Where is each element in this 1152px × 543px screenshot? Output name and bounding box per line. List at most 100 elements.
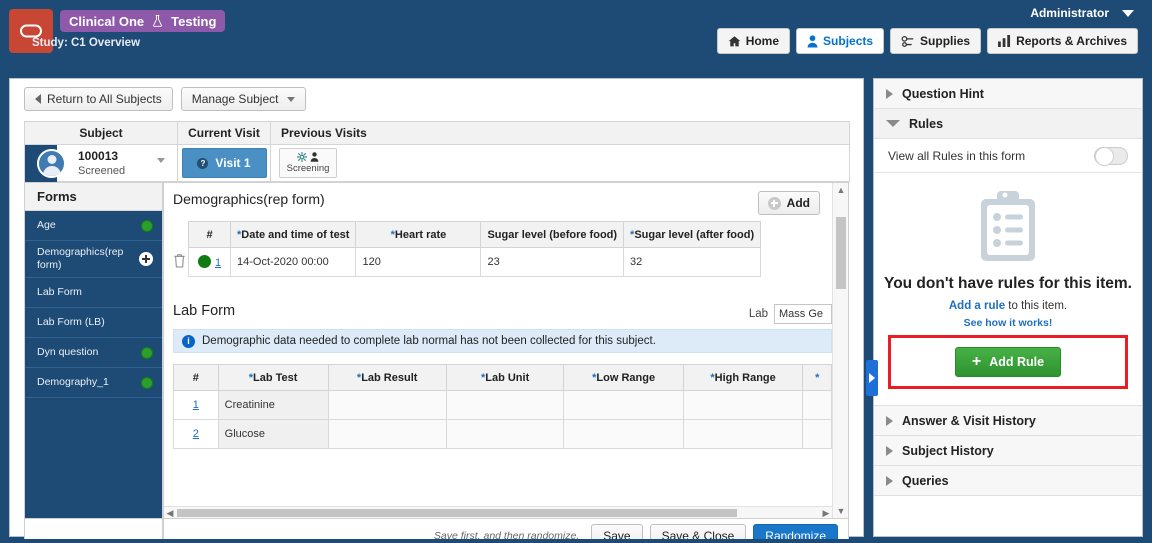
section-title: Subject History: [902, 443, 994, 458]
panel-collapse-toggle[interactable]: [866, 360, 878, 396]
cell-truncated[interactable]: [802, 390, 832, 420]
section-question-hint[interactable]: Question Hint: [874, 79, 1142, 109]
cell-lab-test: Creatinine: [217, 390, 329, 420]
col-number: #: [173, 364, 219, 391]
section-answer-visit-history[interactable]: Answer & Visit History: [874, 406, 1142, 436]
view-all-rules-row: View all Rules in this form: [874, 139, 1142, 173]
form-item-label: Demography_1: [37, 376, 109, 389]
sidebar-item-lab-form-lb[interactable]: Lab Form (LB): [25, 308, 162, 339]
see-how-it-works-link[interactable]: See how it works!: [874, 317, 1142, 329]
user-name[interactable]: Administrator: [1030, 6, 1109, 20]
nav-home-button[interactable]: Home: [716, 28, 791, 54]
lab-form-section-title: Lab Form: [173, 303, 236, 319]
lab-select-input[interactable]: Mass Ge: [774, 304, 832, 324]
caret-down-icon[interactable]: [157, 158, 165, 163]
sidebar-item-demography-1[interactable]: Demography_1: [25, 368, 162, 399]
nav-supplies-button[interactable]: Supplies: [890, 28, 982, 54]
scroll-right-icon[interactable]: ▶: [820, 507, 832, 518]
add-button-label: Add: [786, 196, 810, 210]
sidebar-item-demographics-rep-form[interactable]: Demographics(rep form): [25, 241, 162, 279]
chevron-down-icon[interactable]: [1122, 10, 1134, 17]
global-header: Clinical One Testing Study: C1 Overview …: [0, 0, 1152, 68]
nav-reports-button[interactable]: Reports & Archives: [987, 28, 1138, 54]
col-sugar-before: Sugar level (before food): [480, 221, 625, 248]
table-row[interactable]: 1 14-Oct-2020 00:00 120 23 32: [188, 247, 762, 277]
row-number-cell: 2: [173, 419, 219, 449]
lab-form-table: # *Lab Test *Lab Result *Lab Unit *Low R…: [173, 364, 832, 449]
subject-toolbar: Return to All Subjects Manage Subject: [10, 79, 863, 119]
section-title: Queries: [902, 473, 949, 488]
sidebar-item-lab-form[interactable]: Lab Form: [25, 278, 162, 309]
horizontal-scrollbar[interactable]: ◀ ▶: [164, 506, 832, 518]
cell-truncated[interactable]: [802, 419, 832, 449]
cell-high-range[interactable]: [682, 419, 804, 449]
vertical-scrollbar[interactable]: ▲ ▼: [832, 183, 848, 518]
table-row[interactable]: 2 Glucose: [173, 419, 832, 449]
add-repeating-form-icon[interactable]: [139, 252, 153, 267]
view-all-rules-toggle[interactable]: [1094, 146, 1128, 166]
scroll-up-icon[interactable]: ▲: [833, 183, 848, 197]
chevron-right-icon: [886, 88, 893, 99]
product-name: Clinical One: [69, 13, 145, 29]
cell-date-time[interactable]: 14-Oct-2020 00:00: [229, 247, 357, 277]
person-icon: [310, 152, 319, 162]
form-item-label: Age: [37, 218, 56, 231]
subject-summary-row: 100013 Screened ? Visit 1 Screening: [24, 145, 850, 182]
table-row[interactable]: 1 Creatinine: [173, 390, 832, 420]
product-badge: Clinical One Testing: [60, 10, 226, 32]
cell-low-range[interactable]: [563, 419, 684, 449]
add-repeat-row-button[interactable]: Add: [757, 191, 820, 215]
row-link[interactable]: 2: [193, 428, 199, 440]
form-item-label: Demographics(rep form): [37, 246, 124, 272]
cell-lab-result[interactable]: [327, 390, 447, 420]
col-number: #: [188, 221, 231, 248]
gear-icon: [297, 152, 307, 162]
clipboard-icon: [981, 191, 1035, 261]
cell-sugar-before[interactable]: 23: [480, 247, 625, 277]
subject-status: Screened: [78, 165, 126, 177]
demographics-table: # *Date and time of test *Heart rate Sug…: [188, 221, 762, 277]
section-subject-history[interactable]: Subject History: [874, 436, 1142, 466]
nav-home-label: Home: [745, 34, 780, 48]
vertical-scroll-thumb[interactable]: [836, 217, 846, 289]
horizontal-scroll-thumb[interactable]: [177, 509, 737, 517]
previous-visit-screening[interactable]: Screening: [279, 148, 337, 178]
row-number-cell: 1: [173, 390, 219, 420]
row-link[interactable]: 1: [193, 399, 199, 411]
subject-summary-header: Subject Current Visit Previous Visits: [24, 121, 850, 145]
cell-sugar-after[interactable]: 32: [623, 247, 762, 277]
scroll-left-icon[interactable]: ◀: [164, 507, 176, 518]
scroll-down-icon[interactable]: ▼: [833, 504, 848, 518]
cell-heart-rate[interactable]: 120: [355, 247, 482, 277]
row-link[interactable]: 1: [215, 257, 221, 269]
trash-icon[interactable]: [173, 253, 186, 268]
section-rules[interactable]: Rules: [874, 109, 1142, 139]
col-heart-rate: *Heart rate: [355, 221, 482, 248]
current-visit-button[interactable]: ? Visit 1: [181, 148, 267, 178]
cell-lab-test: Glucose: [217, 419, 329, 449]
cell-lab-result[interactable]: [327, 419, 447, 449]
form-item-label: Dyn question: [37, 346, 99, 359]
table-header-row: # *Lab Test *Lab Result *Lab Unit *Low R…: [173, 364, 832, 391]
chevron-down-icon: [886, 120, 900, 127]
form-content-area: Demographics(rep form) Add # *Date and t…: [163, 182, 849, 519]
section-queries[interactable]: Queries: [874, 466, 1142, 496]
return-to-all-subjects-button[interactable]: Return to All Subjects: [24, 87, 173, 111]
add-a-rule-link[interactable]: Add a rule: [949, 300, 1005, 312]
section-title: Answer & Visit History: [902, 413, 1036, 428]
add-rule-button[interactable]: + Add Rule: [954, 347, 1062, 377]
chevron-right-icon: [869, 373, 875, 383]
subject-id[interactable]: 100013: [78, 149, 118, 163]
cell-lab-unit[interactable]: [445, 390, 565, 420]
cell-lab-unit[interactable]: [445, 419, 565, 449]
sidebar-item-dyn-question[interactable]: Dyn question: [25, 338, 162, 369]
sidebar-item-age[interactable]: Age: [25, 211, 162, 241]
nav-subjects-button[interactable]: Subjects: [796, 28, 885, 54]
cell-high-range[interactable]: [682, 390, 804, 420]
table-header-row: # *Date and time of test *Heart rate Sug…: [188, 221, 762, 248]
question-icon: ?: [197, 157, 209, 169]
previous-visit-label: Screening: [286, 163, 330, 174]
manage-subject-button[interactable]: Manage Subject: [180, 87, 307, 111]
cell-low-range[interactable]: [563, 390, 684, 420]
nav-supplies-label: Supplies: [920, 34, 971, 48]
